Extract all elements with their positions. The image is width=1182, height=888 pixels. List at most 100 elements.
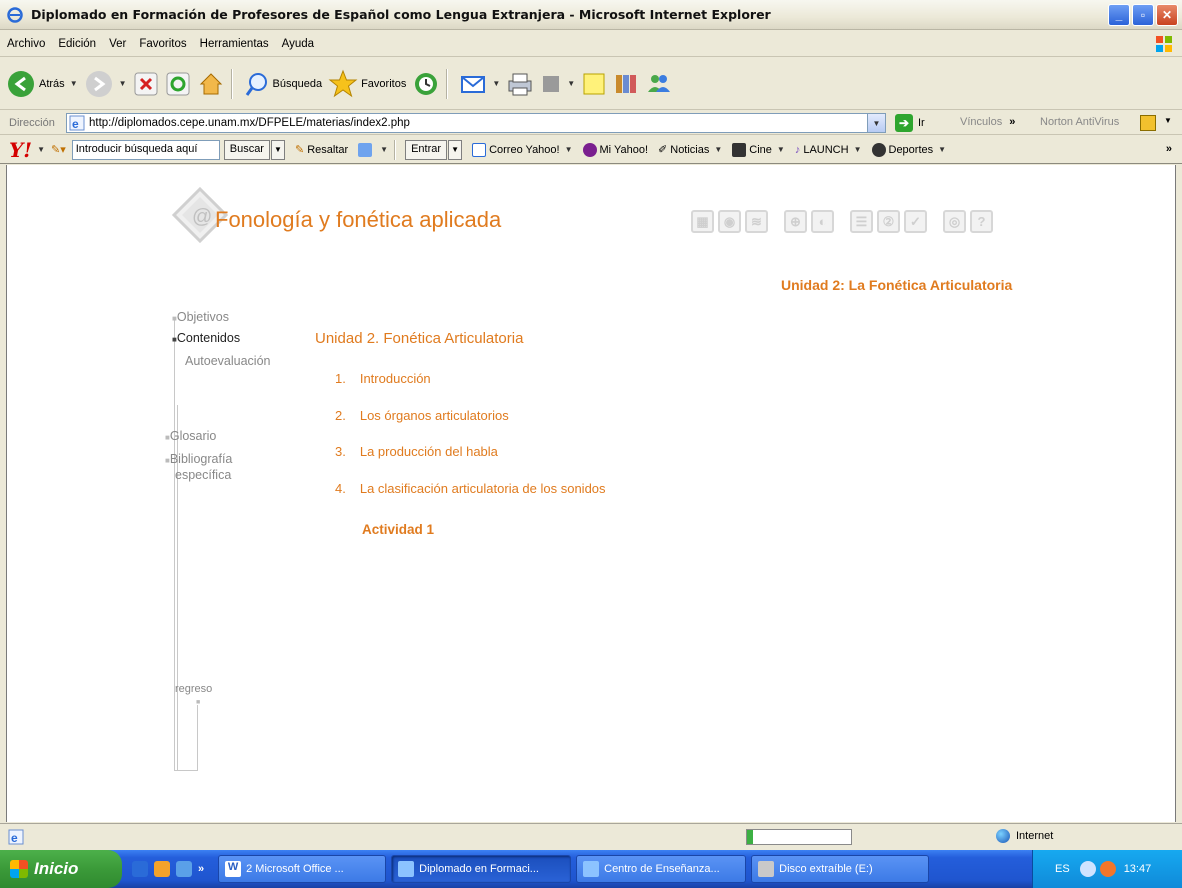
tray-arrow-icon[interactable]: [1079, 861, 1096, 877]
forward-button[interactable]: ▼: [84, 64, 127, 104]
messenger-button[interactable]: [645, 64, 673, 104]
network-tray-icon[interactable]: [1099, 861, 1116, 877]
research-button[interactable]: [613, 64, 639, 104]
mail-button[interactable]: ▼: [459, 64, 500, 104]
ie-quicklaunch-icon[interactable]: [132, 861, 148, 877]
check-icon[interactable]: ✓: [904, 210, 927, 233]
view-icon[interactable]: ◎: [943, 210, 966, 233]
norton-antivirus-icon[interactable]: [1140, 115, 1156, 131]
toc-num: 4.: [335, 481, 346, 496]
correo-label: Correo Yahoo!: [489, 143, 560, 156]
task-diplomado[interactable]: Diplomado en Formaci...: [391, 855, 572, 883]
nav-bibliografia[interactable]: ■Bibliografía: [165, 452, 232, 466]
forward-dropdown-icon[interactable]: ▼: [119, 79, 127, 88]
cine-link[interactable]: Cine ▼: [732, 142, 785, 157]
disc-icon[interactable]: ◉: [718, 210, 741, 233]
search-button[interactable]: Búsqueda: [244, 64, 322, 104]
maximize-button[interactable]: ▫: [1132, 4, 1154, 26]
pencil-icon[interactable]: ✎▾: [51, 143, 66, 156]
nav-objetivos[interactable]: ■Objetivos: [172, 310, 229, 324]
course-icon-bar: ▦ ◉ ≋ ⊕ ◐ ☰ ② ✓ ◎ ?: [691, 210, 997, 233]
menu-ayuda[interactable]: Ayuda: [282, 38, 314, 50]
refresh-button[interactable]: [165, 64, 191, 104]
go-button[interactable]: ➔ Ir: [895, 114, 925, 132]
links-button[interactable]: Vínculos »: [960, 116, 1022, 128]
help-icon[interactable]: ?: [970, 210, 993, 233]
yahoo-search-input[interactable]: Introducir búsqueda aquí: [71, 139, 220, 160]
address-input[interactable]: e http://diplomados.cepe.unam.mx/DFPELE/…: [66, 113, 886, 133]
entrar-button[interactable]: Entrar: [405, 139, 448, 160]
launch-link[interactable]: ♪ LAUNCH ▼: [795, 144, 862, 156]
regreso-marker-icon: ■: [196, 699, 201, 706]
media-quicklaunch-icon[interactable]: [154, 861, 170, 877]
back-dropdown-icon[interactable]: ▼: [70, 79, 78, 88]
entrar-dropdown-icon[interactable]: ▼: [448, 139, 463, 160]
clock: 13:47: [1123, 863, 1152, 875]
start-button[interactable]: Inicio: [0, 850, 122, 888]
yahoo-more-chevron-icon[interactable]: »: [1166, 143, 1172, 155]
task-word[interactable]: W 2 Microsoft Office ...: [218, 855, 387, 883]
chat-icon[interactable]: ◐: [811, 210, 834, 233]
page-options-button[interactable]: ▼: [358, 142, 388, 157]
group-icon[interactable]: ⊕: [784, 210, 807, 233]
back-button[interactable]: Atrás ▼: [6, 64, 78, 104]
notes-icon[interactable]: ☰: [850, 210, 873, 233]
toc-item-1[interactable]: 1. Introducción: [335, 371, 431, 386]
yahoo-logo[interactable]: Y!: [9, 138, 32, 162]
nav-autoevaluacion[interactable]: Autoevaluación: [185, 354, 270, 368]
correo-yahoo-link[interactable]: Correo Yahoo! ▼: [472, 142, 573, 157]
nav-guide-line: [197, 705, 198, 770]
calendar-icon[interactable]: ▦: [691, 210, 714, 233]
toc-item-2[interactable]: 2. Los órganos articulatorios: [335, 408, 509, 423]
nav-glosario[interactable]: ■Glosario: [165, 429, 216, 443]
my-yahoo-icon: [582, 142, 597, 157]
menu-favoritos[interactable]: Favoritos: [139, 38, 186, 50]
task-disco[interactable]: Disco extraíble (E:): [751, 855, 930, 883]
quicklaunch-more-icon[interactable]: »: [198, 863, 204, 875]
home-button[interactable]: [197, 64, 225, 104]
cinema-clapper-icon: [732, 142, 747, 157]
favorites-button[interactable]: Favoritos: [328, 64, 406, 104]
ie-task-icon: [583, 861, 600, 877]
mail-dropdown-icon[interactable]: ▼: [492, 79, 500, 88]
edit-button[interactable]: ▼: [540, 64, 575, 104]
menu-herramientas[interactable]: Herramientas: [200, 38, 269, 50]
research-books-icon: [616, 74, 637, 93]
edit-dropdown-icon[interactable]: ▼: [567, 79, 575, 88]
nav-bibliografia-line2[interactable]: específica: [175, 468, 231, 482]
yahoo-dropdown-icon[interactable]: ▼: [37, 145, 45, 154]
back-arrow-icon: [8, 70, 34, 97]
note-icon: [583, 73, 605, 94]
norton-dropdown-icon[interactable]: ▼: [1164, 116, 1172, 125]
nav-regreso[interactable]: regreso: [175, 683, 212, 695]
print-button[interactable]: [506, 64, 534, 104]
nav-contenidos[interactable]: ■Contenidos: [172, 331, 240, 345]
svg-text:@: @: [192, 206, 212, 228]
minimize-button[interactable]: _: [1108, 4, 1130, 26]
toc-item-3[interactable]: 3. La producción del habla: [335, 444, 498, 459]
task-centro[interactable]: Centro de Enseñanza...: [576, 855, 747, 883]
stop-button[interactable]: [133, 64, 159, 104]
yahoo-buscar-button[interactable]: Buscar: [223, 139, 270, 160]
mi-yahoo-link[interactable]: Mi Yahoo!: [582, 142, 648, 157]
history-button[interactable]: [412, 64, 440, 104]
language-indicator[interactable]: ES: [1055, 863, 1070, 875]
activity-link[interactable]: Actividad 1: [362, 522, 434, 537]
noticias-link[interactable]: ✐ Noticias ▼: [658, 143, 722, 157]
outlook-quicklaunch-icon[interactable]: [176, 861, 192, 877]
resaltar-button[interactable]: ✎ Resaltar: [295, 143, 348, 157]
menu-ver[interactable]: Ver: [109, 38, 126, 50]
numbered-icon[interactable]: ②: [877, 210, 900, 233]
book-icon[interactable]: ≋: [745, 210, 768, 233]
favorites-label: Favoritos: [361, 77, 407, 90]
close-button[interactable]: ✕: [1156, 4, 1178, 26]
discuss-button[interactable]: [581, 64, 607, 104]
address-dropdown-icon[interactable]: ▼: [867, 114, 885, 132]
deportes-link[interactable]: Deportes ▼: [871, 142, 946, 157]
menu-edicion[interactable]: Edición: [58, 38, 96, 50]
toc-item-4[interactable]: 4. La clasificación articulatoria de los …: [335, 481, 606, 496]
buscar-dropdown-icon[interactable]: ▼: [270, 139, 285, 160]
ie-logo-icon: [7, 6, 23, 23]
menu-archivo[interactable]: Archivo: [7, 38, 45, 50]
unit-heading: Unidad 2: La Fonética Articulatoria: [781, 277, 1013, 293]
